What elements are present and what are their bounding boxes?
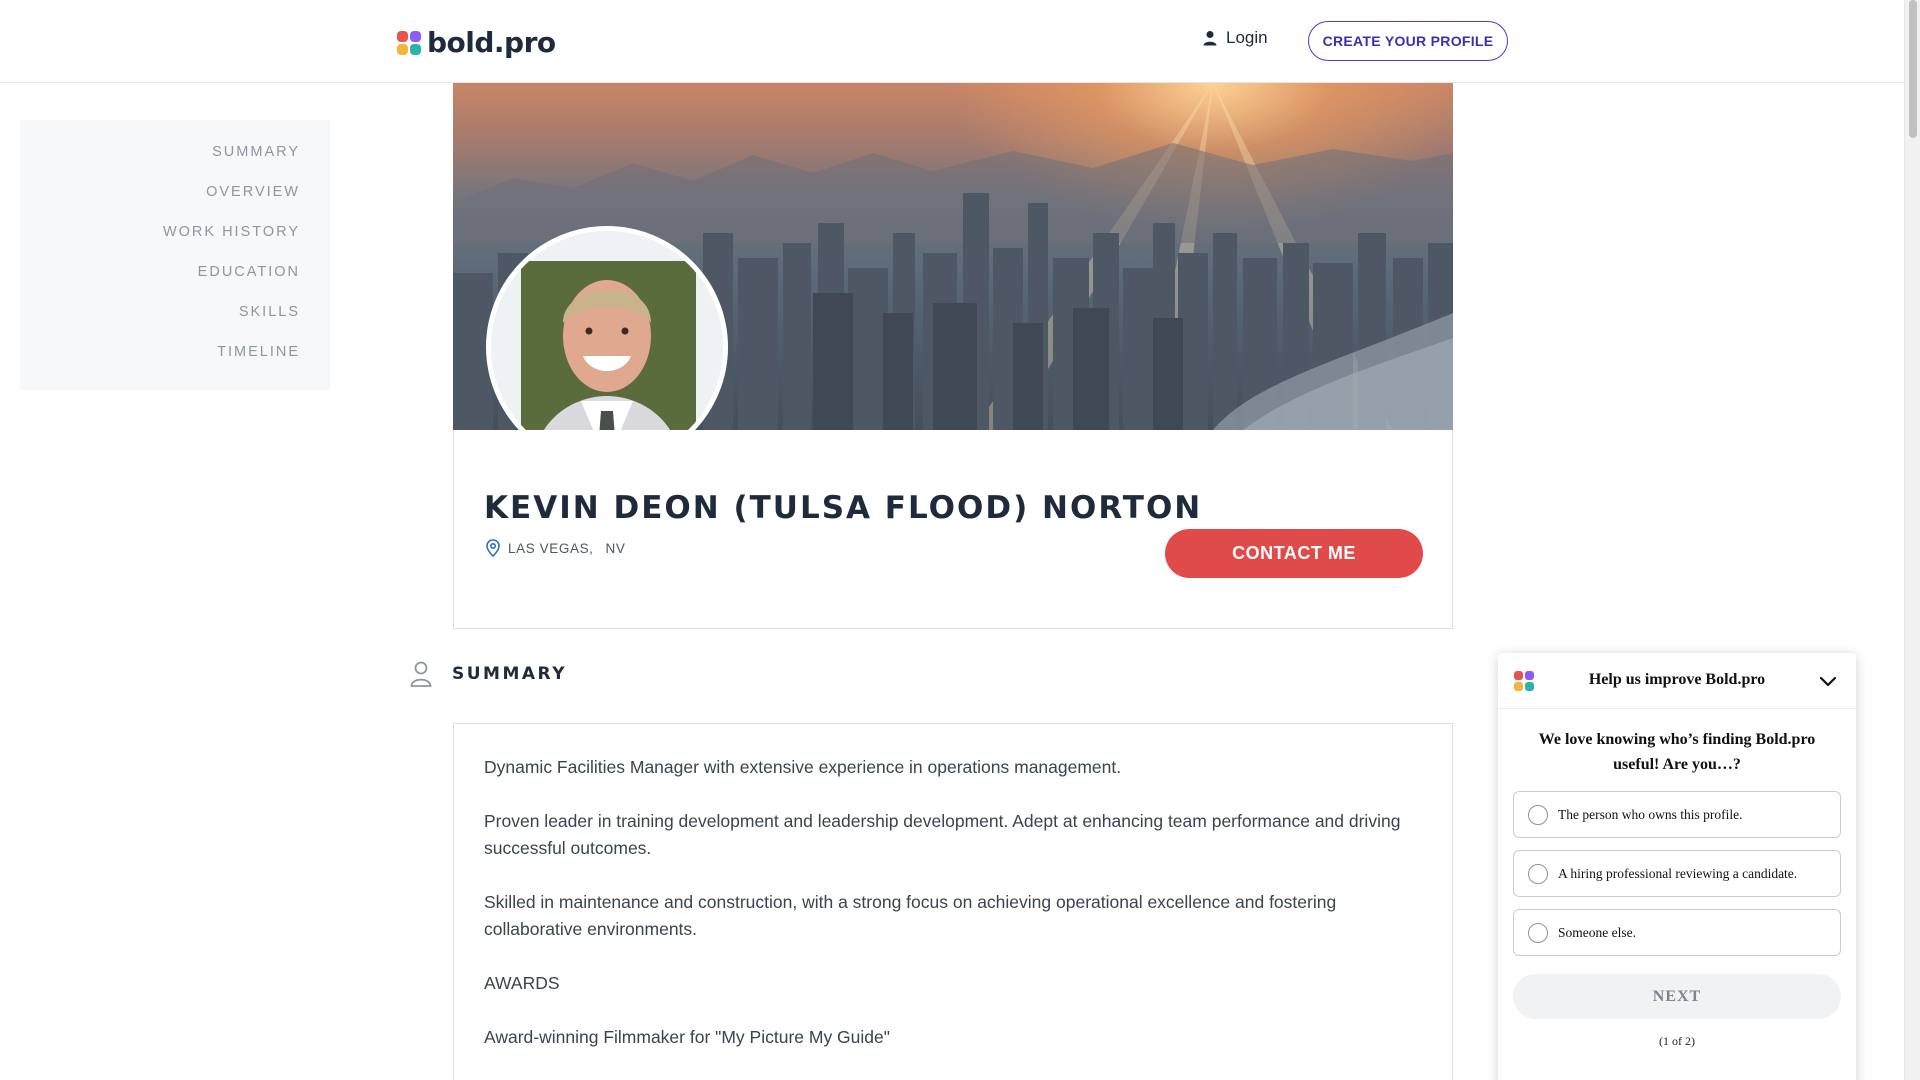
create-profile-button[interactable]: CREATE YOUR PROFILE [1308,21,1508,61]
scrollbar-thumb[interactable] [1909,0,1917,138]
option-label: Someone else. [1558,924,1636,940]
person-outline-icon [410,661,432,687]
summary-paragraph: Award-winning Filmmaker for "My Picture … [484,1027,890,1047]
radio-button[interactable] [1528,804,1548,825]
login-label: Login [1226,28,1268,47]
contact-me-button[interactable]: CONTACT ME [1165,529,1423,578]
summary-awards-heading: AWARDS [484,973,560,993]
feedback-widget: Help us improve Bold.pro We love knowing… [1498,653,1856,1080]
feedback-widget-header[interactable]: Help us improve Bold.pro [1498,653,1856,709]
user-icon [1203,31,1217,46]
feedback-option-owner[interactable]: The person who owns this profile. [1513,791,1841,838]
summary-card: Dynamic Facilities Manager with extensiv… [453,723,1453,1080]
option-label: A hiring professional reviewing a candid… [1558,865,1798,881]
next-button[interactable]: NEXT [1513,974,1841,1019]
sidenav-item-work-history[interactable]: WORK HISTORY [20,224,330,264]
feedback-pager: (1 of 2) [1659,1034,1695,1048]
map-pin-icon [486,539,500,557]
summary-paragraph: Skilled in maintenance and construction,… [484,892,1337,939]
sidenav-item-summary[interactable]: SUMMARY [20,144,330,184]
location-city: LAS VEGAS, [508,540,594,556]
profile-photo [491,231,723,463]
login-link[interactable]: Login [1203,28,1268,48]
feedback-option-someone-else[interactable]: Someone else. [1513,909,1841,956]
feedback-option-hiring-professional[interactable]: A hiring professional reviewing a candid… [1513,850,1841,897]
logo-mark-icon [397,30,421,55]
bold-pro-logo[interactable]: bold.pro [397,26,556,59]
radio-button[interactable] [1528,922,1548,943]
option-label: The person who owns this profile. [1558,806,1743,822]
summary-paragraph: Dynamic Facilities Manager with extensiv… [484,757,1122,777]
profile-name: KEVIN DEON (TULSA FLOOD) NORTON [484,490,1203,526]
location-state: NV [605,540,626,556]
summary-title: SUMMARY [452,664,568,684]
profile-card: KEVIN DEON (TULSA FLOOD) NORTON LAS VEGA… [453,430,1453,629]
profile-location: LAS VEGAS, NV [486,539,626,557]
chevron-down-icon[interactable] [1818,671,1838,691]
logo-text: bold.pro [427,26,556,59]
summary-paragraph: Proven leader in training development an… [484,811,1401,858]
feedback-question: We love knowing who’s finding Bold.pro u… [1538,731,1816,773]
sidenav-item-education[interactable]: EDUCATION [20,264,330,304]
sidenav-item-overview[interactable]: OVERVIEW [20,184,330,224]
page-scrollbar[interactable] [1904,0,1920,1080]
summary-section-header: SUMMARY [410,661,567,687]
top-header: bold.pro Login CREATE YOUR PROFILE [0,0,1904,83]
sidenav-item-skills[interactable]: SKILLS [20,304,330,344]
section-nav: SUMMARY OVERVIEW WORK HISTORY EDUCATION … [20,120,330,390]
sidenav-item-timeline[interactable]: TIMELINE [20,344,330,384]
feedback-widget-title: Help us improve Bold.pro [1588,671,1766,688]
radio-button[interactable] [1528,863,1548,884]
